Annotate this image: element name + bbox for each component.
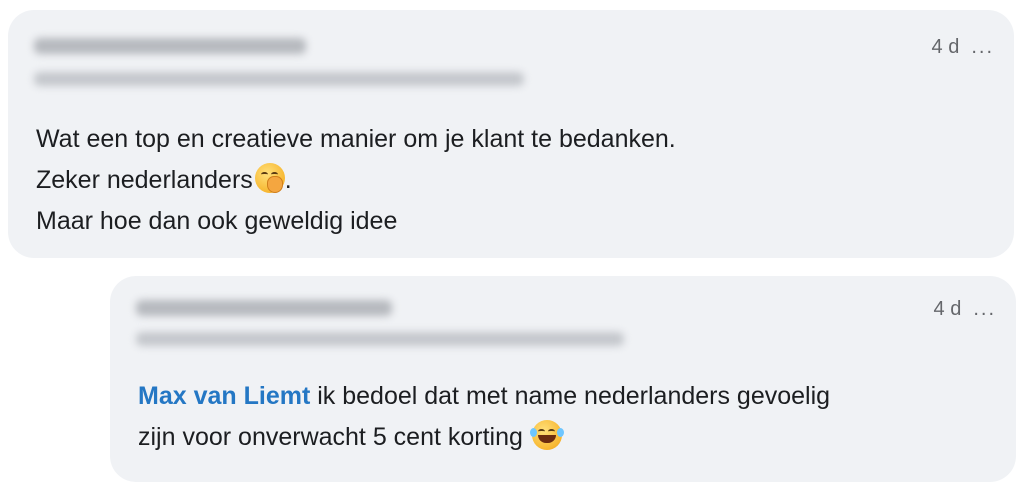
- more-options-icon[interactable]: ...: [971, 36, 994, 59]
- timestamp[interactable]: 4 d: [934, 298, 962, 321]
- face-with-tears-of-joy-icon: [529, 420, 564, 450]
- comment-line-text: ik bedoel dat met name nederlanders gevo…: [310, 382, 831, 410]
- comment-text: Max van Liemt ik bedoel dat met name ned…: [138, 376, 830, 458]
- comment-line: Maar hoe dan ook geweldig idee: [36, 207, 398, 235]
- comment-line: Zeker nederlanders.: [36, 160, 676, 201]
- comment-line: Wat een top en creatieve manier om je kl…: [36, 125, 676, 153]
- comment-line-text: Zeker nederlanders: [36, 166, 253, 194]
- author-name-blurred[interactable]: [34, 38, 306, 54]
- comment: 4 d ... Wat een top en creatieve manier …: [8, 10, 1014, 258]
- comment-meta: 4 d ...: [934, 298, 996, 321]
- comment-meta: 4 d ...: [932, 36, 994, 59]
- comment-line-text: .: [284, 166, 292, 194]
- author-subtitle-blurred: [136, 332, 624, 346]
- comment-line: zijn voor onverwacht 5 cent korting: [138, 417, 830, 458]
- author-subtitle-blurred: [34, 72, 524, 86]
- reply-comment: 4 d ... Max van Liemt ik bedoel dat met …: [110, 276, 1016, 482]
- author-name-blurred[interactable]: [136, 300, 392, 316]
- timestamp[interactable]: 4 d: [932, 36, 960, 59]
- comment-line-text: zijn voor onverwacht 5 cent korting: [138, 423, 530, 451]
- comment-line: Max van Liemt ik bedoel dat met name ned…: [138, 376, 830, 417]
- comment-text: Wat een top en creatieve manier om je kl…: [36, 119, 676, 242]
- more-options-icon[interactable]: ...: [973, 298, 996, 321]
- face-with-hand-over-mouth-icon: [254, 163, 285, 193]
- mention-link[interactable]: Max van Liemt: [138, 382, 310, 410]
